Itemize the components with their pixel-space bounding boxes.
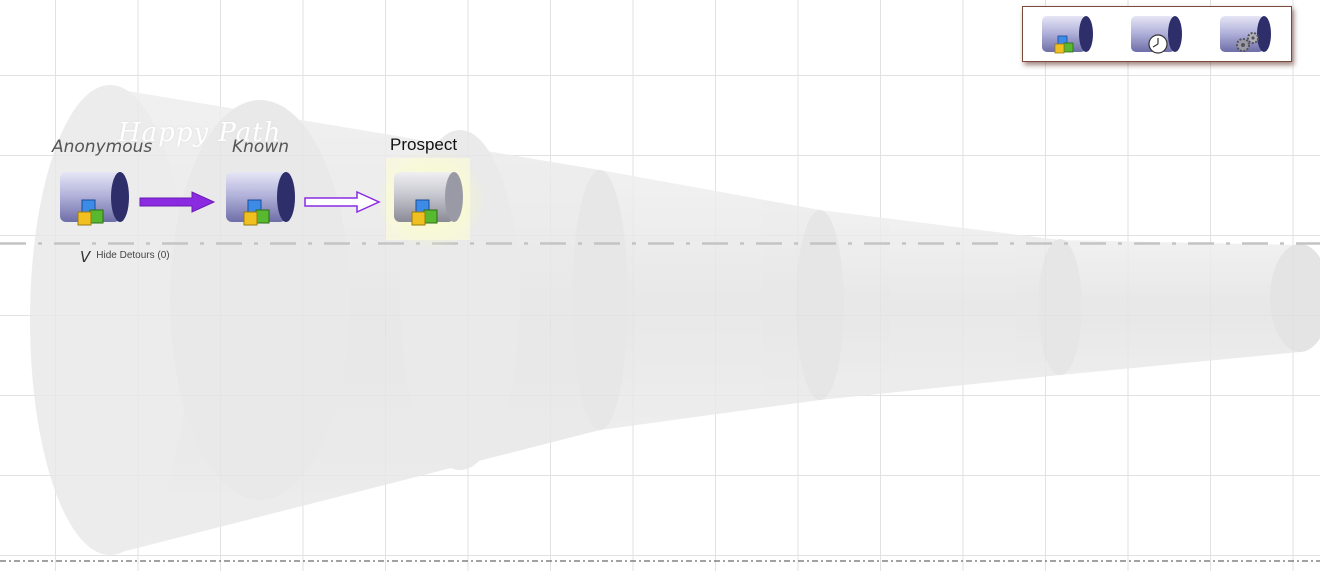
stage-node-known[interactable] [220,168,300,232]
hide-detours-label: Hide Detours (0) [96,250,170,261]
stage-blocks-icon [226,172,295,226]
palette-item-clock[interactable] [1127,12,1187,56]
stage-blocks-icon [1041,16,1093,54]
journey-canvas[interactable]: Happy Path Anonymous Known Prospect V Hi… [0,0,1320,571]
palette-item-gears[interactable] [1216,12,1276,56]
stage-node-anonymous[interactable] [54,168,134,232]
stage-gears-icon [1220,16,1272,52]
funnel-watermark [30,85,1320,555]
hide-detours-toggle[interactable]: V Hide Detours (0) [80,250,170,265]
stage-blocks-icon [60,172,129,226]
stage-label-prospect: Prospect [390,135,458,154]
connector-known-prospect[interactable] [303,190,383,214]
chevron-down-icon: V [80,248,91,266]
palette-item-blocks[interactable] [1038,12,1098,56]
stage-palette [1022,6,1292,62]
canvas-bottom-border [0,560,1320,562]
stage-label-known: Known [232,137,290,157]
stage-clock-icon [1130,16,1182,54]
stage-blocks-icon [394,172,463,226]
stage-label-anonymous: Anonymous [52,137,153,157]
happy-path-divider [0,242,1320,245]
stage-node-prospect[interactable] [388,168,468,232]
connector-anonymous-known[interactable] [138,190,218,214]
